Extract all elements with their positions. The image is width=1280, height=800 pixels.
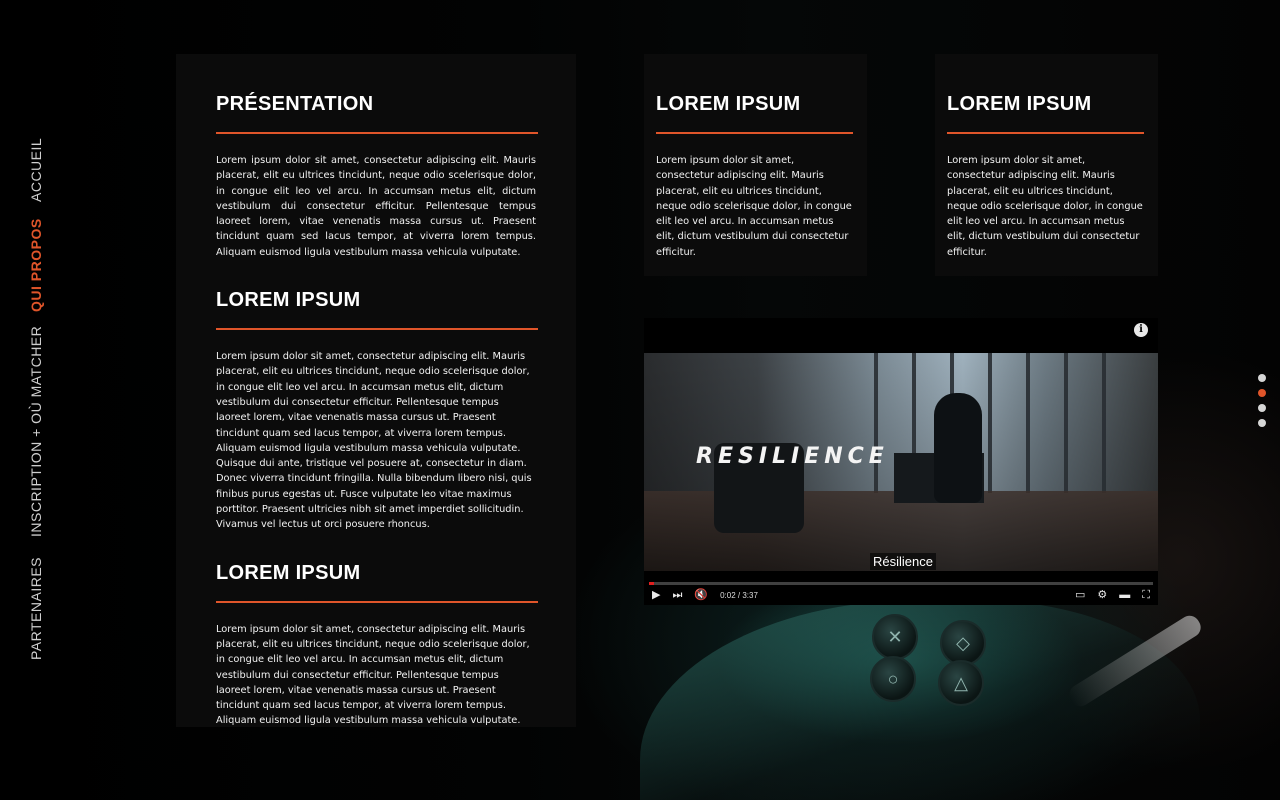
video-controls: ▶ ⏭ 🔇 0:02 / 3:37 ▭ ⚙ ▬ ⛶: [644, 586, 1158, 605]
section-dots: [1258, 374, 1266, 434]
video-top-bar: i: [644, 318, 1158, 353]
section-text: Lorem ipsum dolor sit amet, consectetur …: [216, 155, 536, 258]
nav-item-accueil[interactable]: ACCUEIL: [28, 138, 44, 202]
person-silhouette: [934, 393, 982, 503]
card-text: Lorem ipsum dolor sit amet, consectetur …: [656, 155, 852, 258]
section-dot[interactable]: [1258, 404, 1266, 412]
section-lorem-2: LOREM IPSUM Lorem ipsum dolor sit amet, …: [216, 561, 538, 729]
info-card-2: LOREM IPSUM Lorem ipsum dolor sit amet, …: [935, 54, 1158, 276]
section-title: PRÉSENTATION: [216, 93, 374, 115]
fullscreen-icon[interactable]: ⛶: [1142, 586, 1150, 605]
theater-icon[interactable]: ▬: [1119, 586, 1130, 605]
section-presentation: PRÉSENTATION Lorem ipsum dolor sit amet,…: [216, 92, 538, 260]
video-progress-fill: [649, 582, 655, 585]
section-lorem-1: LOREM IPSUM Lorem ipsum dolor sit amet, …: [216, 288, 538, 533]
accent-divider: [656, 132, 853, 134]
circle-button-icon: ○: [870, 656, 916, 702]
video-progress-bar[interactable]: [649, 582, 1153, 585]
accent-divider: [216, 328, 538, 331]
accent-divider: [216, 132, 538, 134]
section-title: LOREM IPSUM: [216, 561, 361, 584]
settings-icon[interactable]: ⚙: [1097, 586, 1107, 605]
nav-item-inscription[interactable]: INSCRIPTION + OÙ MATCHER: [28, 326, 44, 537]
video-frame[interactable]: RESILIENCE: [644, 353, 1158, 571]
section-title: LOREM IPSUM: [216, 289, 361, 312]
section-dot[interactable]: [1258, 374, 1266, 382]
card-title: LOREM IPSUM: [656, 93, 801, 115]
cross-button-icon: ✕: [872, 614, 918, 660]
video-player[interactable]: i RESILIENCE Résilience ▶ ⏭ 🔇 0:02 / 3:3…: [644, 318, 1158, 605]
section-text: Lorem ipsum dolor sit amet, consectetur …: [216, 623, 530, 727]
nav-item-partenaires[interactable]: PARTENAIRES: [28, 557, 44, 660]
section-text: Lorem ipsum dolor sit amet, consectetur …: [216, 351, 532, 531]
subtitles-icon[interactable]: ▭: [1075, 586, 1085, 605]
presentation-panel: PRÉSENTATION Lorem ipsum dolor sit amet,…: [176, 54, 576, 727]
side-navigation: ACCUEIL QUI PROPOS INSCRIPTION + OÙ MATC…: [0, 0, 60, 800]
next-icon[interactable]: ⏭: [672, 586, 682, 605]
section-dot[interactable]: [1258, 419, 1266, 427]
video-time: 0:02 / 3:37: [720, 591, 758, 600]
video-title-overlay: RESILIENCE: [696, 444, 889, 469]
video-controls-right: ▭ ⚙ ▬ ⛶: [1063, 586, 1150, 605]
accent-divider: [947, 132, 1144, 134]
info-card-1: LOREM IPSUM Lorem ipsum dolor sit amet, …: [644, 54, 867, 276]
play-icon[interactable]: ▶: [652, 586, 660, 605]
card-title: LOREM IPSUM: [947, 93, 1092, 115]
section-dot[interactable]: [1258, 389, 1266, 397]
video-caption: Résilience: [870, 553, 936, 570]
triangle-button-icon: △: [938, 660, 984, 706]
nav-item-qui-propos[interactable]: QUI PROPOS: [28, 218, 44, 312]
card-text: Lorem ipsum dolor sit amet, consectetur …: [947, 155, 1143, 258]
info-icon[interactable]: i: [1134, 323, 1148, 337]
mute-icon[interactable]: 🔇: [694, 586, 708, 605]
accent-divider: [216, 600, 538, 603]
